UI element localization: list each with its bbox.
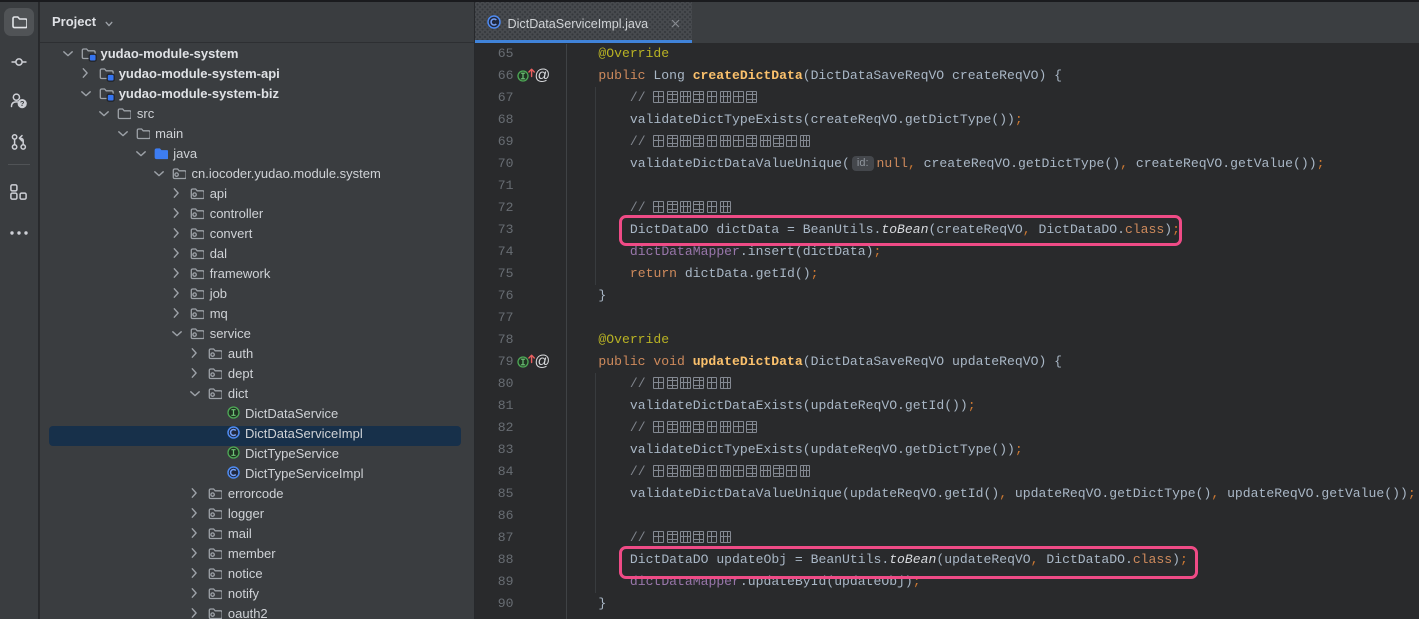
svg-text:?: ? [20,99,25,108]
